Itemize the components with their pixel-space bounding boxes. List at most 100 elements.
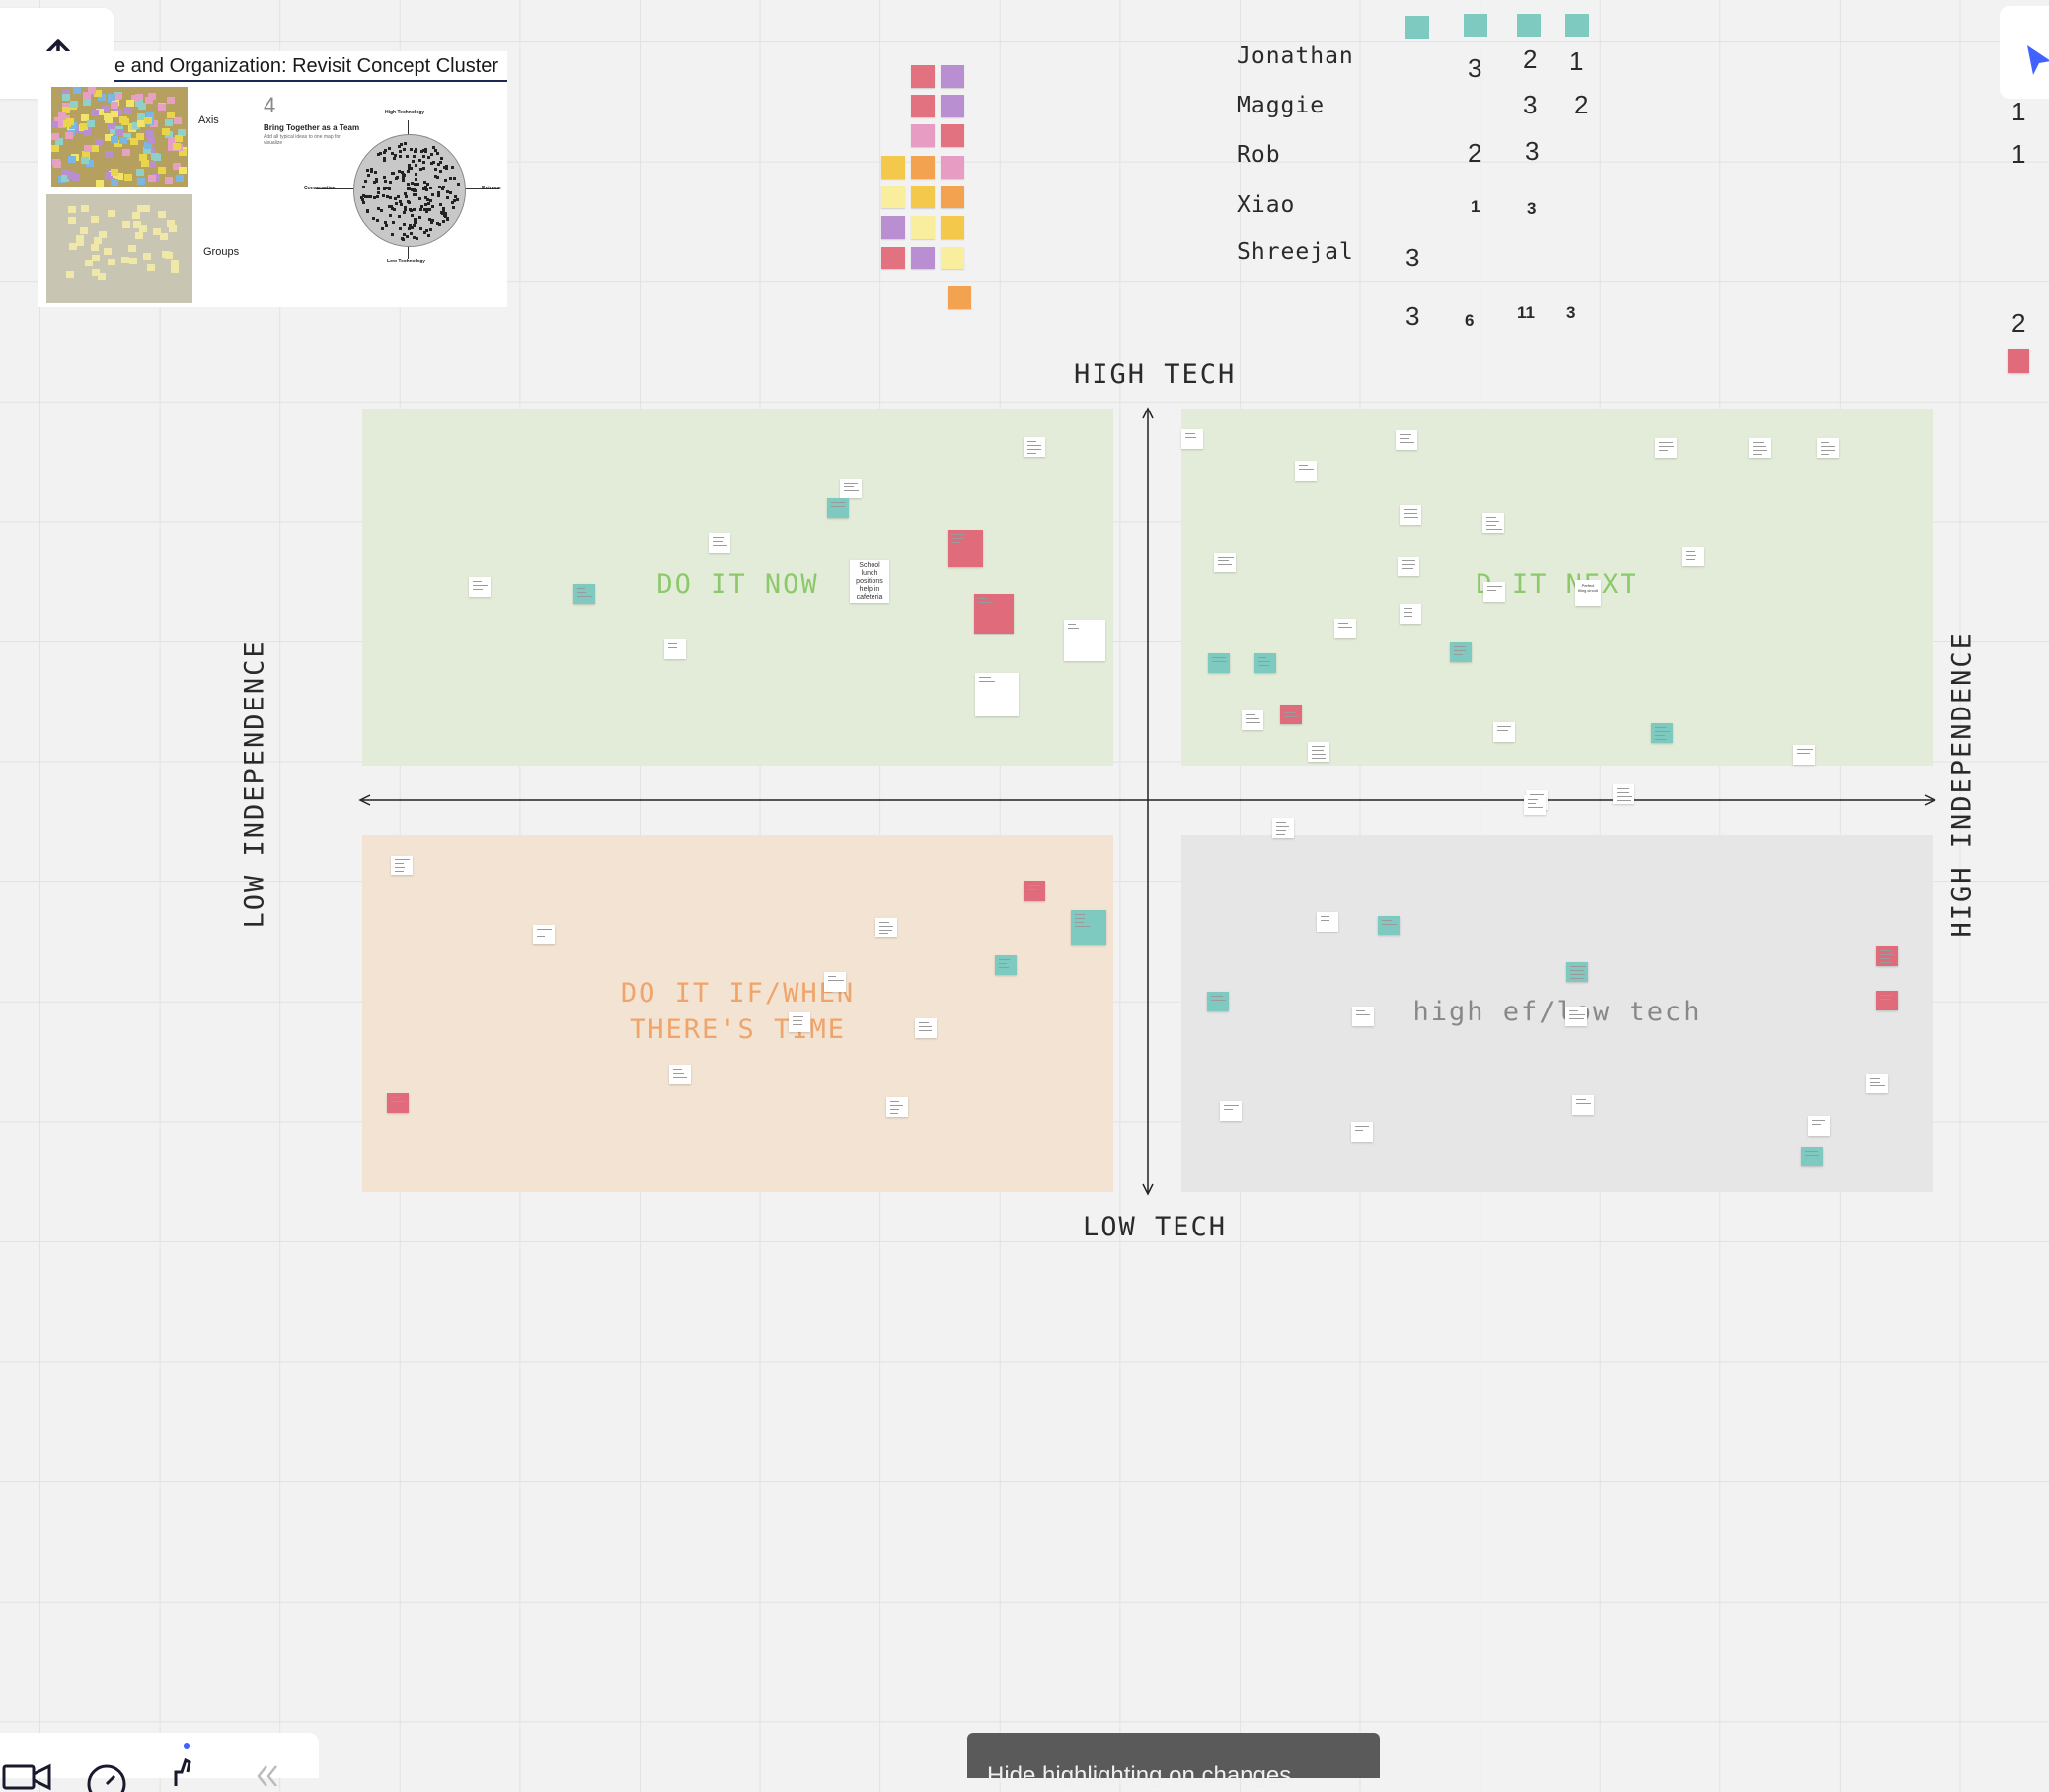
idea-card[interactable] xyxy=(709,533,730,553)
card-text-line xyxy=(1797,753,1811,754)
red-sticky-note[interactable] xyxy=(1280,705,1302,724)
card-text-line xyxy=(1284,712,1296,713)
teal-sticky-note[interactable] xyxy=(1801,1147,1823,1166)
red-sticky-note[interactable] xyxy=(974,594,1014,634)
idea-card[interactable]: School lunch positions help in cafeteria xyxy=(850,560,889,603)
hide-highlighting-button[interactable]: Hide highlighting on changes xyxy=(967,1733,1380,1789)
card-text-line xyxy=(1821,450,1835,451)
red-sticky-note[interactable] xyxy=(1876,991,1898,1010)
teal-sticky-note[interactable] xyxy=(995,955,1017,975)
card-text-line xyxy=(473,585,489,586)
card-text-line xyxy=(1617,788,1630,789)
idea-card[interactable] xyxy=(1493,722,1515,742)
card-text-line xyxy=(1299,465,1309,466)
card-text-line xyxy=(1880,958,1891,959)
idea-card[interactable] xyxy=(1317,912,1338,932)
idea-card[interactable] xyxy=(1749,438,1771,458)
idea-card[interactable] xyxy=(1483,582,1505,602)
card-text-line xyxy=(844,486,855,487)
idea-card[interactable] xyxy=(875,918,897,937)
video-camera-icon[interactable] xyxy=(2,1762,53,1792)
idea-card[interactable] xyxy=(840,479,862,498)
card-text-line xyxy=(1400,438,1409,439)
idea-card[interactable] xyxy=(1565,1007,1587,1026)
card-text-line xyxy=(1299,469,1314,470)
idea-card[interactable] xyxy=(1242,710,1263,730)
idea-card[interactable] xyxy=(1272,818,1294,838)
idea-card[interactable] xyxy=(469,577,491,597)
idea-card[interactable] xyxy=(1682,547,1704,566)
card-text-line xyxy=(673,1069,682,1070)
idea-card[interactable] xyxy=(669,1065,691,1084)
timer-icon[interactable] xyxy=(85,1762,128,1792)
red-sticky-note[interactable] xyxy=(1876,946,1898,966)
card-text-line xyxy=(1486,521,1500,522)
teal-sticky-note[interactable] xyxy=(1378,916,1400,935)
red-sticky-note[interactable] xyxy=(948,530,983,567)
idea-card[interactable] xyxy=(1572,1095,1594,1115)
idea-card[interactable]: Perfect filing circuit xyxy=(1575,580,1601,606)
idea-card[interactable] xyxy=(886,1097,908,1117)
idea-card[interactable] xyxy=(1398,557,1419,576)
teal-sticky-note[interactable] xyxy=(573,584,595,604)
idea-card[interactable] xyxy=(1024,437,1045,457)
card-text-line xyxy=(1486,517,1496,518)
idea-card[interactable] xyxy=(1817,438,1839,458)
card-text-line xyxy=(1246,718,1259,719)
card-text-line xyxy=(1753,454,1763,455)
idea-card[interactable] xyxy=(1064,620,1105,661)
idea-card[interactable] xyxy=(1808,1116,1830,1136)
idea-card[interactable] xyxy=(789,1012,810,1032)
idea-card[interactable] xyxy=(1866,1074,1888,1093)
idea-card[interactable] xyxy=(1352,1007,1374,1026)
teal-sticky-note[interactable] xyxy=(1208,653,1230,673)
card-text-line xyxy=(1870,1085,1886,1086)
teal-sticky-note[interactable] xyxy=(1450,642,1472,662)
idea-card[interactable] xyxy=(1295,461,1317,481)
card-text-line xyxy=(1686,555,1696,556)
idea-card[interactable] xyxy=(1524,795,1546,815)
idea-card[interactable] xyxy=(1400,505,1421,525)
card-text-line xyxy=(1075,922,1085,923)
thumbs-up-icon[interactable] xyxy=(168,1756,203,1786)
idea-card[interactable] xyxy=(1655,438,1677,458)
teal-sticky-note[interactable] xyxy=(1566,962,1588,982)
idea-card[interactable] xyxy=(915,1018,937,1038)
teal-sticky-note[interactable] xyxy=(1071,910,1106,945)
idea-card[interactable] xyxy=(1214,553,1236,572)
idea-card[interactable] xyxy=(824,972,846,992)
card-text-line xyxy=(1400,442,1415,443)
idea-card[interactable] xyxy=(1220,1101,1242,1121)
idea-card[interactable] xyxy=(1793,745,1815,765)
idea-card[interactable] xyxy=(1181,429,1203,449)
card-text-line xyxy=(577,596,592,597)
card-text-line xyxy=(978,602,993,603)
idea-card[interactable] xyxy=(1308,742,1329,762)
idea-card[interactable] xyxy=(975,673,1019,716)
teal-sticky-note[interactable] xyxy=(1207,992,1229,1011)
idea-card[interactable] xyxy=(1396,430,1417,450)
idea-card[interactable] xyxy=(1351,1122,1373,1142)
card-text-line xyxy=(1659,450,1668,451)
teal-sticky-note[interactable] xyxy=(827,498,849,518)
idea-card[interactable] xyxy=(1482,513,1504,533)
idea-card[interactable] xyxy=(1334,619,1356,638)
teal-sticky-note[interactable] xyxy=(1651,723,1673,743)
card-text-line xyxy=(1576,1103,1592,1104)
card-text-line xyxy=(1753,450,1767,451)
collapse-chevrons-icon[interactable] xyxy=(253,1762,282,1786)
idea-card[interactable] xyxy=(664,639,686,659)
red-sticky-note[interactable] xyxy=(387,1093,409,1113)
card-text-line xyxy=(1870,1082,1880,1083)
idea-card[interactable] xyxy=(533,925,555,944)
red-sticky-note[interactable] xyxy=(1024,881,1045,901)
card-text-line xyxy=(1797,749,1813,750)
idea-card[interactable] xyxy=(1613,784,1634,804)
teal-sticky-note[interactable] xyxy=(1254,653,1276,673)
card-text-line xyxy=(1312,750,1324,751)
card-text-line xyxy=(999,963,1008,964)
idea-card[interactable] xyxy=(391,856,413,875)
card-text-line xyxy=(1404,517,1418,518)
idea-card[interactable] xyxy=(1400,604,1421,624)
card-text-line xyxy=(1075,918,1086,919)
